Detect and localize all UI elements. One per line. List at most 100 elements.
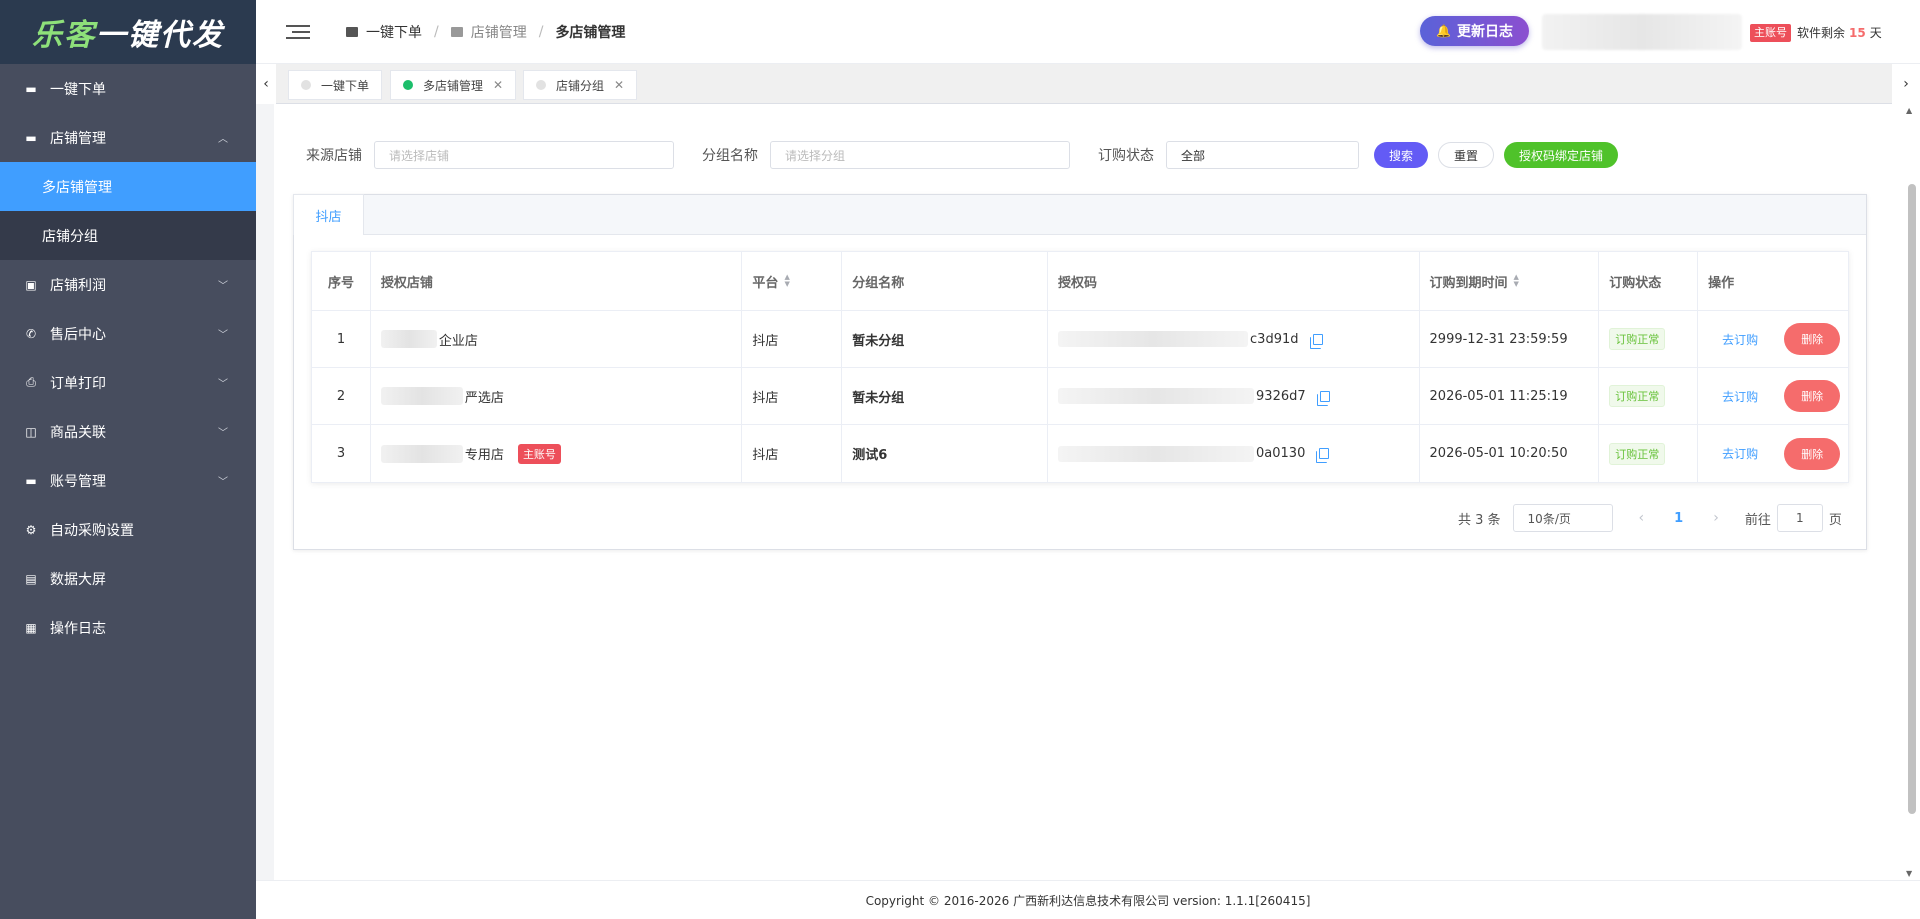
reset-button[interactable]: 重置 (1438, 142, 1495, 168)
sidebar-item-label: 一键下单 (50, 81, 106, 98)
breadcrumb-label: 店铺管理 (470, 24, 527, 41)
row-index: 1 (312, 311, 371, 367)
current-page[interactable]: 1 (1674, 511, 1683, 526)
copy-icon[interactable] (1309, 333, 1323, 349)
status-badge: 订购正常 (1609, 328, 1666, 350)
status-badge: 订购正常 (1609, 442, 1666, 465)
sidebar-item-shop-group[interactable]: 店铺分组 (0, 211, 256, 260)
menu-toggle-icon[interactable] (286, 24, 310, 39)
sidebar-item-order-print[interactable]: ⎙ 订单打印 ﹀ (0, 358, 256, 407)
sidebar-item-shop-management[interactable]: ▬ 店铺管理 ︿ (0, 113, 256, 162)
group-name-label: 分组名称 (702, 148, 758, 164)
tab-multi-shop[interactable]: 多店铺管理 ✕ (390, 70, 517, 100)
column-header-label: 订购到期时间 (1429, 275, 1508, 291)
page-size-select[interactable]: 10条/页 (1512, 504, 1613, 532)
bind-shop-button[interactable]: 授权码绑定店铺 (1504, 142, 1619, 168)
card-tabs: 抖店 (293, 194, 1866, 235)
remain-suffix: 天 (1869, 26, 1882, 40)
tab-label: 多店铺管理 (423, 78, 484, 93)
order-status-select[interactable]: 全部 (1166, 141, 1359, 169)
search-button[interactable]: 搜索 (1374, 142, 1429, 168)
blurred-shop-name (380, 330, 437, 348)
role-badge: 主账号 (1750, 24, 1791, 42)
sidebar-item-multi-shop[interactable]: 多店铺管理 (0, 162, 256, 211)
chevron-down-icon: ﹀ (218, 477, 228, 488)
auth-code-suffix: c3d91d (1250, 331, 1299, 347)
column-header: 操作 (1708, 275, 1735, 291)
column-header: 授权码 (1048, 252, 1420, 310)
tab-douyin-shop[interactable]: 抖店 (293, 194, 364, 235)
copy-icon[interactable] (1316, 448, 1330, 463)
delete-button[interactable]: 删除 (1784, 380, 1841, 412)
sort-icon[interactable]: ▲ ▼ (784, 274, 789, 288)
chevron-down-icon: ﹀ (218, 330, 228, 341)
chevron-left-icon[interactable]: ‹ (256, 64, 276, 104)
pagination: 共 3 条 10条/页 ‹ 1 › 前往 1 页 (1458, 504, 1842, 532)
tab-dot (301, 80, 311, 90)
gear-icon: ⚙ (25, 522, 37, 537)
prev-page-icon[interactable]: ‹ (1639, 510, 1645, 526)
column-header-sortable[interactable]: 平台 ▲ ▼ (742, 252, 843, 310)
logo-text: 乐客一键代发 (32, 10, 224, 54)
close-icon[interactable]: ✕ (614, 78, 624, 92)
scroll-down-icon[interactable]: ▼ (1906, 869, 1912, 878)
sidebar-item-after-sales[interactable]: ✆ 售后中心 ﹀ (0, 309, 256, 358)
blurred-auth-code (1058, 331, 1249, 347)
row-index: 3 (312, 425, 371, 482)
sidebar: 乐客一键代发 ▬ 一键下单 ▬ 店铺管理 ︿ 多店铺管理 店铺分组 ▣ 店铺利润… (0, 0, 256, 919)
delete-button[interactable]: 删除 (1784, 323, 1841, 355)
sidebar-item-operation-log[interactable]: ▦ 操作日志 (0, 603, 256, 652)
order-link[interactable]: 去订购 (1722, 388, 1758, 405)
breadcrumb-item[interactable]: 店铺管理 (450, 22, 527, 42)
shop-cell: 企业店 (371, 311, 743, 367)
breadcrumb-item[interactable]: 一键下单 (346, 22, 422, 42)
status-cell: 订购正常 (1599, 311, 1699, 367)
table-row: 3 专用店 主账号 抖店 测试6 0a0130 2026-05-01 10:20:… (312, 425, 1848, 482)
row-index: 2 (312, 368, 371, 424)
sidebar-item-account[interactable]: ▬ 账号管理 ﹀ (0, 456, 256, 505)
breadcrumb-separator: / (434, 23, 439, 40)
chevron-right-icon[interactable]: › (1892, 64, 1920, 104)
tab-one-click-order[interactable]: 一键下单 (288, 70, 383, 100)
vertical-scrollbar[interactable]: ▲ ▼ (1900, 104, 1920, 880)
order-link[interactable]: 去订购 (1722, 445, 1758, 462)
source-shop-select[interactable]: 请选择店铺 (374, 141, 674, 169)
order-status-label: 订购状态 (1098, 148, 1154, 164)
platform-cell: 抖店 (742, 425, 843, 482)
monitor-icon: ▬ (25, 473, 37, 488)
close-icon[interactable]: ✕ (493, 78, 503, 92)
update-log-button[interactable]: 🔔 更新日志 (1420, 16, 1529, 46)
breadcrumb-label: 一键下单 (366, 24, 422, 41)
order-link[interactable]: 去订购 (1722, 331, 1758, 348)
sidebar-item-product-link[interactable]: ◫ 商品关联 ﹀ (0, 407, 256, 456)
top-header: 一键下单 / 店铺管理 / 多店铺管理 🔔 更新日志 主账号 软件剩余 15 天 (256, 0, 1920, 64)
next-page-icon[interactable]: › (1713, 510, 1719, 526)
platform-cell: 抖店 (742, 311, 843, 367)
goto-page-input[interactable]: 1 (1776, 504, 1823, 532)
sidebar-item-dashboard[interactable]: ▤ 数据大屏 (0, 554, 256, 603)
scroll-up-icon[interactable]: ▲ (1906, 106, 1912, 115)
sidebar-item-label: 数据大屏 (50, 571, 106, 588)
blurred-shop-name (380, 387, 463, 405)
shop-cell: 专用店 主账号 (371, 425, 743, 482)
platform-cell: 抖店 (742, 368, 843, 424)
user-info[interactable] (1542, 14, 1742, 50)
sidebar-item-label: 账号管理 (50, 473, 106, 490)
sort-icon[interactable]: ▲ ▼ (1514, 274, 1519, 288)
sidebar-item-one-click-order[interactable]: ▬ 一键下单 (0, 64, 256, 113)
filter-bar: 来源店铺 请选择店铺 分组名称 请选择分组 订购状态 全部 搜索 重置 授权码绑… (306, 141, 1619, 169)
column-header-sortable[interactable]: 订购到期时间 ▲ ▼ (1420, 252, 1600, 310)
total-count: 共 3 条 (1458, 512, 1501, 528)
monitor-icon: ▬ (25, 130, 37, 145)
group-name-select[interactable]: 请选择分组 (770, 141, 1070, 169)
sidebar-item-shop-profit[interactable]: ▣ 店铺利润 ﹀ (0, 260, 256, 309)
blurred-auth-code (1058, 388, 1255, 404)
sidebar-item-auto-purchase[interactable]: ⚙ 自动采购设置 (0, 505, 256, 554)
tab-shop-group[interactable]: 店铺分组 ✕ (523, 70, 638, 100)
logo-part2: 一键代发 (96, 18, 224, 53)
chevron-down-icon: ﹀ (218, 281, 228, 292)
delete-button[interactable]: 删除 (1784, 437, 1841, 470)
copy-icon[interactable] (1316, 390, 1330, 406)
content-gutter (256, 104, 274, 880)
scrollbar-thumb[interactable] (1908, 184, 1916, 814)
